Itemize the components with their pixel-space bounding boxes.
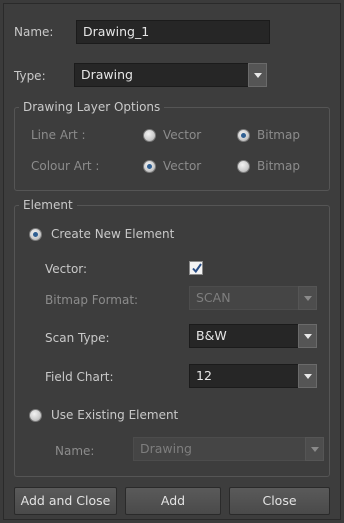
colour-art-vector-radio[interactable] — [143, 160, 156, 173]
add-drawing-layer-dialog: Name: Drawing_1 Type: Drawing Drawing La… — [3, 3, 341, 520]
element-group: Element Create New Element Vector: Bitma… — [14, 198, 330, 477]
scan-type-value: B&W — [196, 328, 227, 343]
chevron-down-icon — [305, 437, 324, 461]
type-combo-value: Drawing — [81, 67, 133, 82]
type-label: Type: — [14, 69, 46, 83]
name-input[interactable]: Drawing_1 — [76, 20, 270, 44]
line-art-vector-radio[interactable] — [143, 129, 156, 142]
vector-label: Vector: — [45, 262, 88, 276]
bitmap-format-value: SCAN — [196, 290, 231, 305]
checkmark-icon — [192, 263, 202, 274]
scan-type-label: Scan Type: — [45, 331, 110, 345]
field-chart-value: 12 — [196, 368, 212, 383]
existing-name-combo: Drawing — [133, 437, 324, 461]
chevron-down-icon — [298, 286, 317, 310]
colour-art-bitmap-radio[interactable] — [237, 160, 250, 173]
chevron-down-icon[interactable] — [298, 364, 317, 388]
bitmap-format-label: Bitmap Format: — [45, 293, 139, 307]
chevron-down-icon[interactable] — [298, 324, 317, 348]
name-label: Name: — [14, 25, 54, 39]
colour-art-vector-label: Vector — [163, 159, 202, 173]
drawing-layer-options-group: Drawing Layer Options Line Art : Vector … — [14, 100, 330, 191]
use-existing-element-label: Use Existing Element — [51, 408, 179, 422]
type-combo[interactable]: Drawing — [74, 63, 267, 87]
close-button[interactable]: Close — [229, 487, 330, 515]
colour-art-label: Colour Art : — [31, 159, 100, 173]
use-existing-element-radio[interactable] — [29, 409, 42, 422]
line-art-vector-label: Vector — [163, 128, 202, 142]
chevron-down-icon[interactable] — [248, 63, 267, 87]
vector-checkbox[interactable] — [189, 261, 203, 275]
bitmap-format-combo: SCAN — [189, 286, 317, 310]
existing-name-value: Drawing — [140, 441, 192, 456]
line-art-label: Line Art : — [31, 128, 86, 142]
drawing-layer-options-title: Drawing Layer Options — [19, 100, 165, 114]
scan-type-combo[interactable]: B&W — [189, 324, 317, 348]
create-new-element-radio[interactable] — [29, 228, 42, 241]
add-and-close-button[interactable]: Add and Close — [14, 487, 117, 515]
existing-name-label: Name: — [55, 444, 95, 458]
field-chart-combo[interactable]: 12 — [189, 364, 317, 388]
field-chart-label: Field Chart: — [45, 370, 114, 384]
add-button[interactable]: Add — [125, 487, 221, 515]
line-art-bitmap-label: Bitmap — [257, 128, 300, 142]
create-new-element-label: Create New Element — [51, 227, 175, 241]
line-art-bitmap-radio[interactable] — [237, 129, 250, 142]
element-title: Element — [19, 198, 77, 212]
colour-art-bitmap-label: Bitmap — [257, 159, 300, 173]
